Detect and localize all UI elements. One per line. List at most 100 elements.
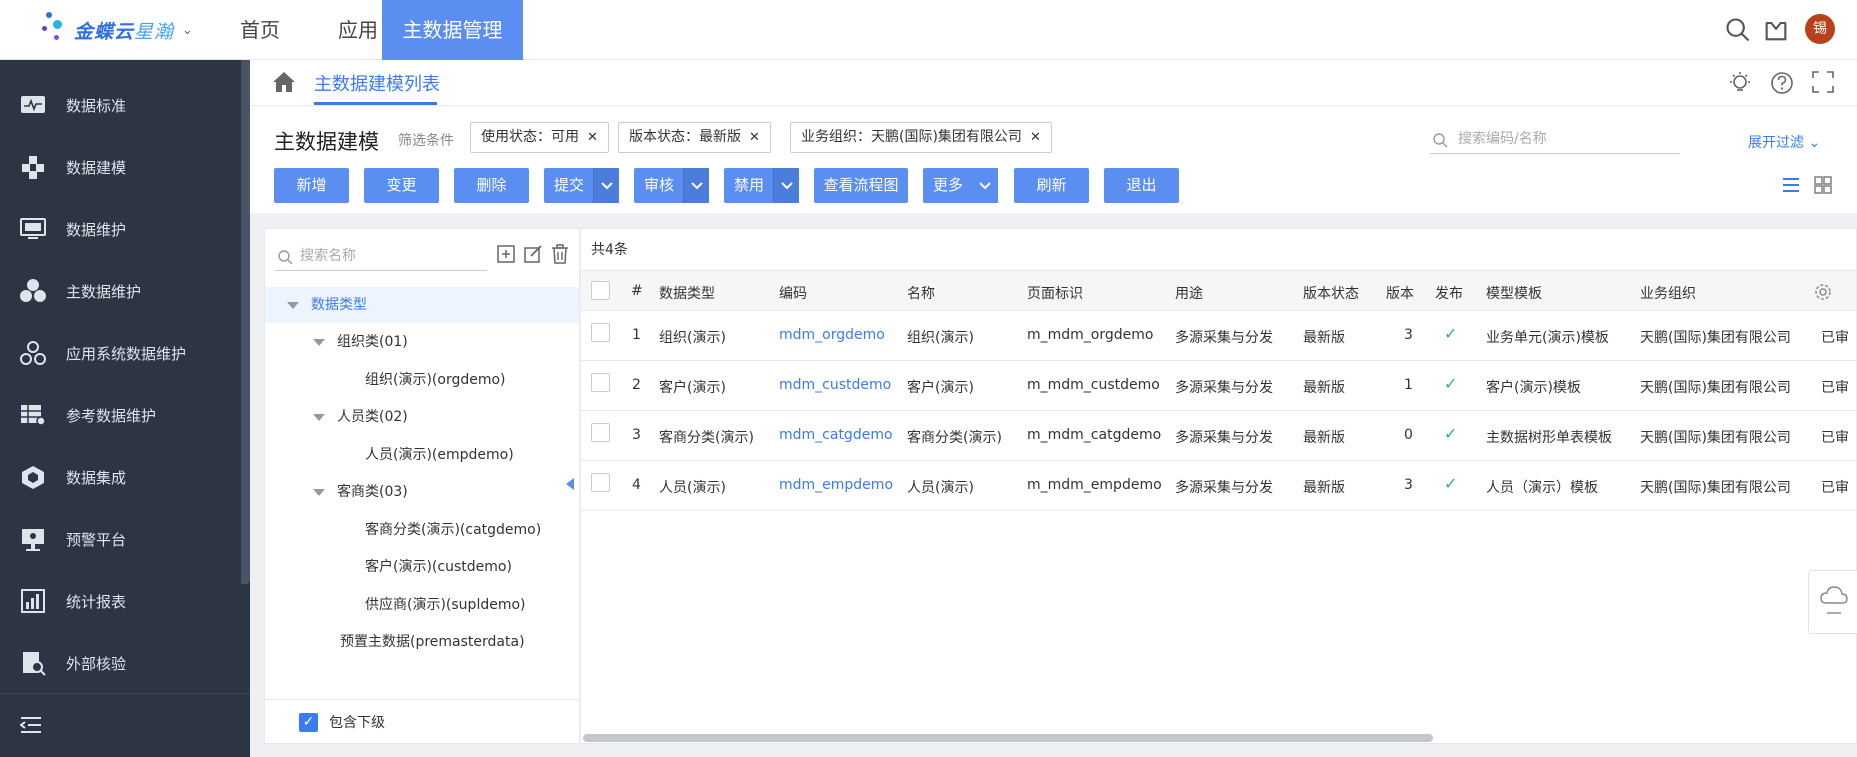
cell-usage: 多源采集与分发 [1175,330,1273,346]
caret-down-icon[interactable] [313,488,325,496]
table-row[interactable]: 3 客商分类(演示) mdm_catgdemo 客商分类(演示) m_mdm_c… [581,411,1856,461]
row-checkbox[interactable] [591,323,610,342]
col-version-status[interactable]: 版本状态 [1303,283,1359,303]
table-row[interactable]: 2 客户(演示) mdm_custdemo 客户(演示) m_mdm_custd… [581,361,1856,411]
collapse-menu-icon[interactable] [20,716,42,734]
cell-code-link[interactable]: mdm_custdemo [779,377,891,393]
tree-node-emp-demo[interactable]: 人员(演示)(empdemo) [265,437,579,473]
col-page-id[interactable]: 页面标识 [1027,283,1083,303]
tree-node-supl-demo[interactable]: 供应商(演示)(supldemo) [265,587,579,623]
caret-down-icon[interactable] [287,301,299,309]
sidebar-item-data-maintenance[interactable]: 数据维护 [0,198,240,260]
tree-node-person-category[interactable]: 人员类(02) [265,399,579,435]
close-icon[interactable]: ✕ [587,130,598,145]
tree-node-merchant-category[interactable]: 客商类(03) [265,474,579,510]
expand-filter-link[interactable]: 展开过滤 ⌄ [1748,132,1820,152]
tree-node-data-type[interactable]: 数据类型 [265,287,579,323]
filter-chip-usage-status[interactable]: 使用状态：可用 ✕ [470,122,609,153]
include-sub-checkbox[interactable]: ✓ [299,713,318,732]
sidebar-item-master-data[interactable]: 主数据维护 [0,260,240,322]
close-icon[interactable]: ✕ [749,130,760,145]
refresh-button[interactable]: 刷新 [1014,168,1089,203]
collapse-left-icon[interactable] [566,478,574,490]
tree-node-org-category[interactable]: 组织类(01) [265,324,579,360]
table-row[interactable]: 1 组织(演示) mdm_orgdemo 组织(演示) m_mdm_orgdem… [581,311,1856,361]
tree-search-input[interactable]: 搜索名称 [275,243,487,271]
cell-code-link[interactable]: mdm_empdemo [779,477,893,493]
chevron-down-icon[interactable] [972,168,998,203]
chevron-down-icon[interactable] [683,168,709,203]
col-template[interactable]: 模型模板 [1486,283,1542,303]
nav-master-data[interactable]: 主数据管理 [382,0,523,60]
chevron-down-icon[interactable]: ⌄ [182,23,193,38]
sidebar-scrollbar[interactable] [241,60,250,584]
floating-cloud-widget[interactable] [1808,570,1857,634]
app-logo[interactable]: 金蝶云星瀚 ⌄ [40,10,193,50]
grid-view-icon[interactable] [1812,174,1834,196]
col-version[interactable]: 版本 [1386,283,1414,303]
add-node-icon[interactable] [495,243,517,265]
chevron-down-icon[interactable] [593,168,619,203]
tree-node-premasterdata[interactable]: 预置主数据(premasterdata) [265,624,579,660]
table-row[interactable]: 4 人员(演示) mdm_empdemo 人员(演示) m_mdm_empdem… [581,461,1856,511]
help-icon[interactable] [1769,70,1795,96]
view-flowchart-button[interactable]: 查看流程图 [814,168,908,203]
cell-code-link[interactable]: mdm_catgdemo [779,427,893,443]
lightbulb-icon[interactable] [1727,70,1753,96]
submit-button[interactable]: 提交 [544,168,619,203]
cell-version-status: 最新版 [1303,430,1345,446]
sidebar-item-report[interactable]: 统计报表 [0,570,240,632]
sidebar-item-data-model[interactable]: 数据建模 [0,136,240,198]
col-data-type[interactable]: 数据类型 [659,283,715,303]
row-checkbox[interactable] [591,473,610,492]
caret-down-icon[interactable] [313,413,325,421]
filter-chip-version-status[interactable]: 版本状态：最新版 ✕ [618,122,771,153]
search-icon[interactable] [1724,16,1752,44]
tree-node-org-demo[interactable]: 组织(演示)(orgdemo) [265,362,579,398]
tree-node-cust-demo[interactable]: 客户(演示)(custdemo) [265,549,579,585]
select-all-checkbox[interactable] [591,281,610,300]
gear-icon[interactable] [1813,282,1833,302]
audit-button[interactable]: 审核 [634,168,709,203]
sidebar-item-reference-data[interactable]: 参考数据维护 [0,384,240,446]
col-usage[interactable]: 用途 [1175,283,1203,303]
home-icon[interactable] [272,71,296,93]
sidebar-item-app-system[interactable]: 应用系统数据维护 [0,322,240,384]
delete-button[interactable]: 删除 [454,168,529,203]
filter-chip-business-org[interactable]: 业务组织：天鹏(国际)集团有限公司 ✕ [790,122,1052,153]
cell-code-link[interactable]: mdm_orgdemo [779,327,885,343]
sidebar-item-external-verify[interactable]: 外部核验 [0,632,240,694]
col-code[interactable]: 编码 [779,283,807,303]
sidebar-item-data-standard[interactable]: 数据标准 [0,74,240,136]
trash-icon[interactable] [549,243,571,265]
sidebar-item-label: 主数据维护 [66,282,142,301]
breadcrumb-tab-title[interactable]: 主数据建模列表 [314,70,440,96]
sidebar-item-alert-platform[interactable]: 预警平台 [0,508,240,570]
sidebar-item-data-integration[interactable]: 数据集成 [0,446,240,508]
filter-label: 筛选条件 [398,133,454,149]
fullscreen-icon[interactable] [1811,70,1835,94]
col-published[interactable]: 发布 [1435,283,1463,303]
row-checkbox[interactable] [591,373,610,392]
col-name[interactable]: 名称 [907,283,935,303]
cell-index: 3 [632,427,641,443]
tree-node-catg-demo[interactable]: 客商分类(演示)(catgdemo) [265,512,579,548]
chevron-down-icon[interactable] [773,168,799,203]
horizontal-scrollbar[interactable] [583,734,1433,742]
more-button[interactable]: 更多 [923,168,998,203]
row-checkbox[interactable] [591,423,610,442]
disable-button[interactable]: 禁用 [724,168,799,203]
nav-home[interactable]: 首页 [220,0,300,60]
search-input[interactable]: 搜索编码/名称 [1430,126,1680,154]
close-icon[interactable]: ✕ [1030,130,1041,145]
col-business-org[interactable]: 业务组织 [1640,283,1696,303]
edit-icon[interactable] [522,243,544,265]
exit-button[interactable]: 退出 [1104,168,1179,203]
change-button[interactable]: 变更 [364,168,439,203]
col-index[interactable]: # [631,283,643,299]
message-icon[interactable] [1762,16,1790,44]
avatar[interactable]: 锡 [1805,14,1835,44]
add-button[interactable]: 新增 [274,168,349,203]
list-view-icon[interactable] [1780,174,1802,196]
caret-down-icon[interactable] [313,338,325,346]
